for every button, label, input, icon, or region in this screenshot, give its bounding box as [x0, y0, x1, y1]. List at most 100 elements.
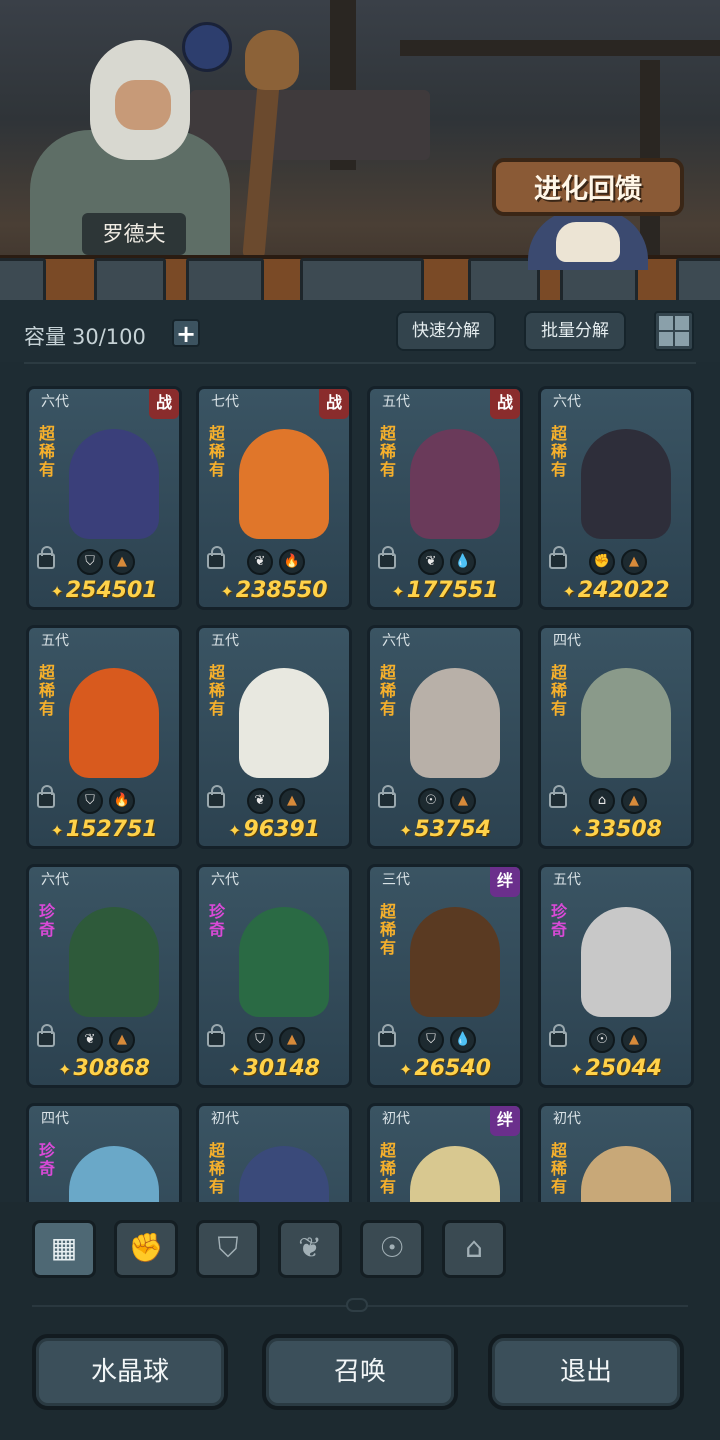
- desk: [190, 90, 430, 160]
- monster-portrait: [581, 668, 671, 778]
- lock-icon[interactable]: [549, 546, 567, 569]
- water-icon: 💧: [450, 1027, 476, 1053]
- monster-portrait: [410, 1146, 500, 1202]
- rarity-label: 超稀有: [39, 663, 56, 718]
- claw-icon: ✊: [589, 549, 615, 575]
- generation-label: 初代: [382, 1111, 410, 1127]
- power-icon: ✦: [220, 582, 234, 601]
- power-number: 30868: [73, 1056, 150, 1081]
- earth-icon: ▲: [450, 788, 476, 814]
- workshop-scene: 罗德夫 进化回馈: [0, 0, 720, 300]
- filter-all-button[interactable]: ▦: [32, 1220, 96, 1278]
- monster-card[interactable]: 五代 战超稀有 ❦ 💧 ✦177551: [367, 386, 523, 610]
- power-number: 238550: [235, 578, 328, 603]
- floor-stone: [676, 258, 720, 300]
- power-number: 30148: [243, 1056, 320, 1081]
- generation-label: 五代: [211, 633, 239, 649]
- crystal-ball-button[interactable]: 水晶球: [32, 1334, 228, 1410]
- quick-decompose-button[interactable]: 快速分解: [396, 311, 496, 351]
- floor-stone: [0, 258, 46, 300]
- exit-button[interactable]: 退出: [488, 1334, 684, 1410]
- lock-icon[interactable]: [549, 785, 567, 808]
- battle-tag: 战: [319, 389, 349, 419]
- lock-icon[interactable]: [378, 1024, 396, 1047]
- monster-card[interactable]: 初代 绊超稀有: [367, 1103, 523, 1202]
- monster-card[interactable]: 初代 超稀有: [196, 1103, 352, 1202]
- monster-card[interactable]: 六代 珍奇 ⛉ ▲ ✦30148: [196, 864, 352, 1088]
- batch-decompose-button[interactable]: 批量分解: [524, 311, 626, 351]
- monster-portrait: [239, 429, 329, 539]
- monster-card[interactable]: 四代 珍奇: [26, 1103, 182, 1202]
- floor-stone: [186, 258, 264, 300]
- leaf-icon: ❦: [247, 549, 273, 575]
- monster-portrait: [239, 907, 329, 1017]
- monster-card[interactable]: 六代 超稀有 ☉ ▲ ✦53754: [367, 625, 523, 849]
- spirit-icon: ☉: [418, 788, 444, 814]
- monster-card[interactable]: 七代 战超稀有 ❦ 🔥 ✦238550: [196, 386, 352, 610]
- power-value: ✦238550: [199, 578, 349, 603]
- shield-icon: ⛉: [418, 1027, 444, 1053]
- claw-icon: ✊: [128, 1231, 164, 1264]
- leaf-icon: ❦: [418, 549, 444, 575]
- power-value: ✦26540: [370, 1056, 520, 1081]
- monster-card[interactable]: 六代 超稀有 ✊ ▲ ✦242022: [538, 386, 694, 610]
- lock-icon[interactable]: [207, 546, 225, 569]
- filter-castle-button[interactable]: ⌂: [442, 1220, 506, 1278]
- monster-card[interactable]: 五代 珍奇 ☉ ▲ ✦25044: [538, 864, 694, 1088]
- castle-icon: ⌂: [465, 1231, 483, 1264]
- power-icon: ✦: [391, 582, 405, 601]
- generation-label: 五代: [382, 394, 410, 410]
- lock-icon[interactable]: [37, 1024, 55, 1047]
- leaf-icon: ❦: [77, 1027, 103, 1053]
- monster-portrait: [581, 1146, 671, 1202]
- generation-label: 六代: [41, 872, 69, 888]
- lock-icon[interactable]: [207, 1024, 225, 1047]
- power-value: ✦53754: [370, 817, 520, 842]
- grid-view-button[interactable]: [654, 311, 694, 351]
- monster-portrait: [239, 668, 329, 778]
- power-number: 242022: [577, 578, 670, 603]
- power-icon: ✦: [570, 1060, 584, 1079]
- monster-portrait: [69, 1146, 159, 1202]
- lock-icon[interactable]: [37, 785, 55, 808]
- shield-icon: ⛉: [77, 549, 103, 575]
- power-icon: ✦: [58, 1060, 72, 1079]
- rarity-label: 超稀有: [209, 1141, 226, 1196]
- monster-card[interactable]: 四代 超稀有 ⌂ ▲ ✦33508: [538, 625, 694, 849]
- lock-icon[interactable]: [378, 785, 396, 808]
- rarity-label: 超稀有: [209, 663, 226, 718]
- lock-icon[interactable]: [378, 546, 396, 569]
- lock-icon[interactable]: [207, 785, 225, 808]
- rarity-label: 超稀有: [551, 424, 568, 479]
- monster-grid: 六代战超稀有 ⛉ ▲ ✦254501 七代战超稀有 ❦ 🔥 ✦238550 五代战超稀有 ❦ 💧 ✦1…: [0, 364, 720, 1202]
- monster-card[interactable]: 三代 绊超稀有 ⛉ 💧 ✦26540: [367, 864, 523, 1088]
- monster-card[interactable]: 初代 超稀有: [538, 1103, 694, 1202]
- water-icon: 💧: [450, 549, 476, 575]
- generation-label: 五代: [41, 633, 69, 649]
- generation-label: 初代: [553, 1111, 581, 1127]
- power-icon: ✦: [228, 821, 242, 840]
- filter-spirit-button[interactable]: ☉: [360, 1220, 424, 1278]
- power-icon: ✦: [399, 821, 413, 840]
- evolution-reward-button[interactable]: 进化回馈: [492, 158, 684, 216]
- monster-card[interactable]: 六代 战超稀有 ⛉ ▲ ✦254501: [26, 386, 182, 610]
- filter-claw-button[interactable]: ✊: [114, 1220, 178, 1278]
- all-icon: ▦: [50, 1231, 78, 1264]
- monster-card[interactable]: 五代 超稀有 ❦ ▲ ✦96391: [196, 625, 352, 849]
- power-value: ✦152751: [29, 817, 179, 842]
- filter-shield-button[interactable]: ⛉: [196, 1220, 260, 1278]
- expand-capacity-button[interactable]: +: [172, 319, 200, 347]
- lock-icon[interactable]: [37, 546, 55, 569]
- floor-stone: [94, 258, 166, 300]
- power-value: ✦25044: [541, 1056, 691, 1081]
- filter-leaf-button[interactable]: ❦: [278, 1220, 342, 1278]
- power-number: 96391: [243, 817, 320, 842]
- summon-button[interactable]: 召唤: [262, 1334, 458, 1410]
- lock-icon[interactable]: [549, 1024, 567, 1047]
- monster-card[interactable]: 五代 超稀有 ⛉ 🔥 ✦152751: [26, 625, 182, 849]
- capacity-value: 30/100: [72, 325, 146, 349]
- bond-tag: 绊: [490, 867, 520, 897]
- bottom-panel: ▦ ✊ ⛉ ❦ ☉ ⌂ 水晶球 召唤 退出: [0, 1202, 720, 1440]
- monster-card[interactable]: 六代 珍奇 ❦ ▲ ✦30868: [26, 864, 182, 1088]
- fire-icon: 🔥: [279, 549, 305, 575]
